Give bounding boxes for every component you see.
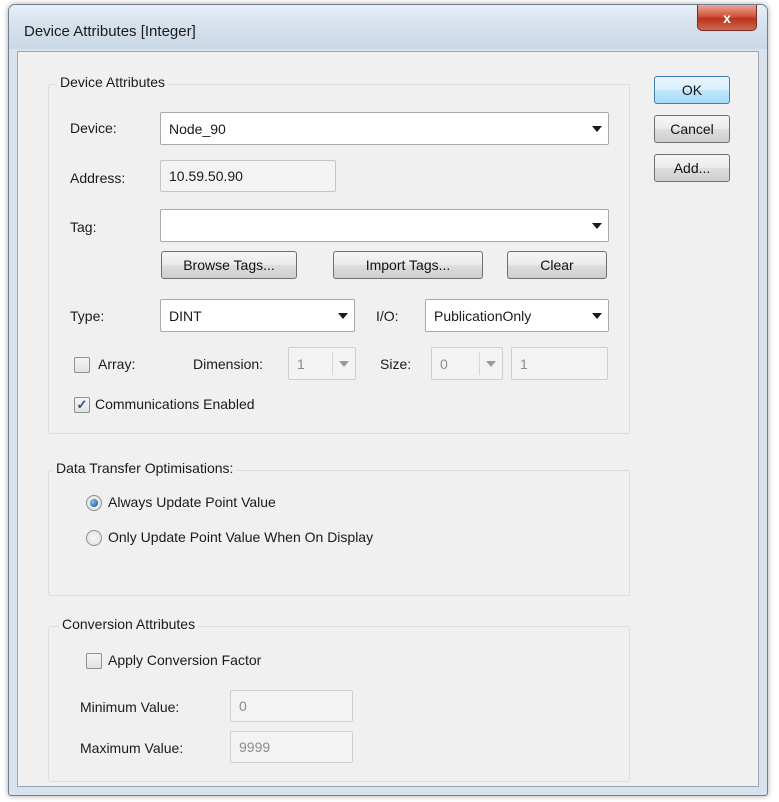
maximum-value: 9999: [239, 739, 271, 755]
chevron-down-icon: [592, 126, 602, 132]
communications-enabled-label: Communications Enabled: [95, 396, 255, 412]
size-value: 0: [440, 356, 448, 372]
size-count-value: 1: [520, 355, 528, 372]
only-update-on-display-radio[interactable]: [86, 530, 102, 546]
minimum-value-field[interactable]: 0: [230, 690, 353, 722]
cancel-button[interactable]: Cancel: [654, 115, 730, 143]
tag-label: Tag:: [70, 219, 97, 235]
always-update-label: Always Update Point Value: [108, 494, 276, 510]
close-button[interactable]: x: [697, 5, 757, 31]
type-value: DINT: [169, 308, 202, 324]
conversion-attributes-group-title: Conversion Attributes: [59, 616, 199, 632]
io-dropdown[interactable]: PublicationOnly: [425, 299, 609, 332]
chevron-down-icon: [338, 313, 348, 319]
add-button[interactable]: Add...: [654, 154, 730, 182]
import-tags-button[interactable]: Import Tags...: [333, 251, 483, 279]
dimension-dropdown[interactable]: 1: [288, 347, 356, 380]
browse-tags-button[interactable]: Browse Tags...: [161, 251, 297, 279]
apply-conversion-checkbox[interactable]: [86, 653, 102, 669]
type-label: Type:: [70, 308, 105, 324]
apply-conversion-label: Apply Conversion Factor: [108, 652, 262, 668]
maximum-value-label: Maximum Value:: [80, 740, 184, 756]
title-bar[interactable]: Device Attributes [Integer] x: [9, 5, 767, 49]
address-label: Address:: [70, 170, 126, 186]
type-dropdown[interactable]: DINT: [160, 299, 355, 332]
array-checkbox[interactable]: [74, 357, 90, 373]
device-value: Node_90: [169, 121, 226, 137]
address-field[interactable]: 10.59.50.90: [160, 160, 336, 192]
array-label: Array:: [98, 356, 136, 372]
address-value: 10.59.50.90: [169, 168, 243, 184]
minimum-value: 0: [239, 698, 247, 714]
dialog-body: Device Attributes Device: Node_90 Addres…: [17, 51, 759, 787]
chevron-down-icon: [486, 361, 496, 367]
chevron-down-icon: [339, 361, 349, 367]
dimension-label: Dimension:: [193, 356, 264, 372]
checkmark-icon: ✓: [76, 397, 88, 412]
close-icon: x: [723, 9, 731, 26]
tag-combobox[interactable]: [160, 209, 609, 242]
communications-enabled-checkbox[interactable]: ✓: [74, 397, 90, 413]
chevron-down-icon: [592, 313, 602, 319]
window-title: Device Attributes [Integer]: [24, 23, 196, 40]
size-label: Size:: [380, 356, 412, 372]
maximum-value-field[interactable]: 9999: [230, 731, 353, 763]
io-label: I/O:: [376, 308, 399, 324]
device-attributes-group-title: Device Attributes: [57, 74, 169, 90]
only-update-on-display-label: Only Update Point Value When On Display: [108, 529, 374, 545]
dimension-value: 1: [297, 356, 305, 372]
chevron-down-icon: [592, 223, 602, 229]
device-attributes-dialog: Device Attributes [Integer] x Device Att…: [8, 4, 768, 796]
always-update-radio[interactable]: [86, 495, 102, 511]
radio-selected-icon: [90, 499, 98, 507]
size-dropdown[interactable]: 0: [431, 347, 503, 380]
clear-button[interactable]: Clear: [507, 251, 607, 279]
io-value: PublicationOnly: [434, 308, 532, 324]
data-transfer-group-title: Data Transfer Optimisations:: [53, 460, 237, 476]
minimum-value-label: Minimum Value:: [80, 699, 180, 715]
size-count-field[interactable]: 1: [511, 347, 608, 380]
device-dropdown[interactable]: Node_90: [160, 112, 609, 145]
device-label: Device:: [70, 120, 117, 136]
ok-button[interactable]: OK: [654, 76, 730, 104]
